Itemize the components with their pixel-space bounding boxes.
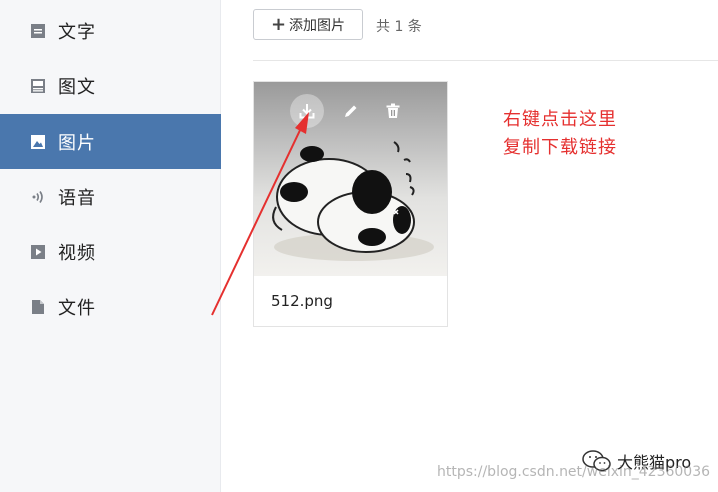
sidebar-item-label: 视频 bbox=[58, 242, 96, 264]
annotation-text: 右键点击这里 复制下载链接 bbox=[503, 106, 617, 162]
image-thumbnail[interactable] bbox=[254, 82, 447, 276]
annotation-line-2: 复制下载链接 bbox=[503, 137, 617, 158]
sidebar-item-label: 图片 bbox=[58, 132, 96, 154]
image-text-icon bbox=[31, 78, 45, 93]
divider bbox=[253, 60, 718, 61]
delete-button[interactable] bbox=[376, 94, 410, 128]
text-icon bbox=[31, 23, 45, 38]
download-button[interactable] bbox=[290, 94, 324, 128]
main-content: + 添加图片 共 1 条 512.png 右键点击这里 复制下载链接 bbox=[222, 0, 718, 492]
edit-button[interactable] bbox=[334, 94, 368, 128]
watermark-url: https://blog.csdn.net/weixin_42360036 bbox=[437, 464, 711, 480]
sidebar-item-label: 文字 bbox=[58, 21, 96, 43]
annotation-line-1: 右键点击这里 bbox=[503, 109, 617, 130]
video-icon bbox=[31, 244, 45, 259]
sidebar-item-image[interactable]: 图片 bbox=[0, 114, 221, 169]
sidebar-item-image-text[interactable]: 图文 bbox=[0, 58, 221, 113]
add-image-label: 添加图片 bbox=[289, 17, 346, 34]
sidebar: 文字 图文 图片 语音 视频 文件 bbox=[0, 0, 221, 492]
sidebar-item-voice[interactable]: 语音 bbox=[0, 169, 221, 224]
sidebar-item-file[interactable]: 文件 bbox=[0, 279, 221, 334]
edit-icon bbox=[345, 105, 357, 117]
image-card[interactable]: 512.png bbox=[253, 81, 448, 327]
voice-icon bbox=[31, 190, 45, 204]
download-icon bbox=[299, 104, 315, 119]
file-name: 512.png bbox=[271, 292, 333, 310]
image-icon bbox=[31, 134, 45, 149]
sidebar-item-video[interactable]: 视频 bbox=[0, 224, 221, 279]
delete-icon bbox=[386, 103, 400, 118]
item-count: 共 1 条 bbox=[376, 19, 422, 35]
file-icon bbox=[31, 299, 45, 314]
sidebar-item-label: 文件 bbox=[58, 297, 96, 319]
add-image-button[interactable]: + 添加图片 bbox=[253, 9, 363, 40]
sidebar-item-label: 语音 bbox=[58, 187, 96, 209]
sidebar-item-label: 图文 bbox=[58, 76, 96, 98]
plus-icon: + bbox=[270, 13, 287, 35]
sidebar-item-text[interactable]: 文字 bbox=[0, 3, 221, 58]
